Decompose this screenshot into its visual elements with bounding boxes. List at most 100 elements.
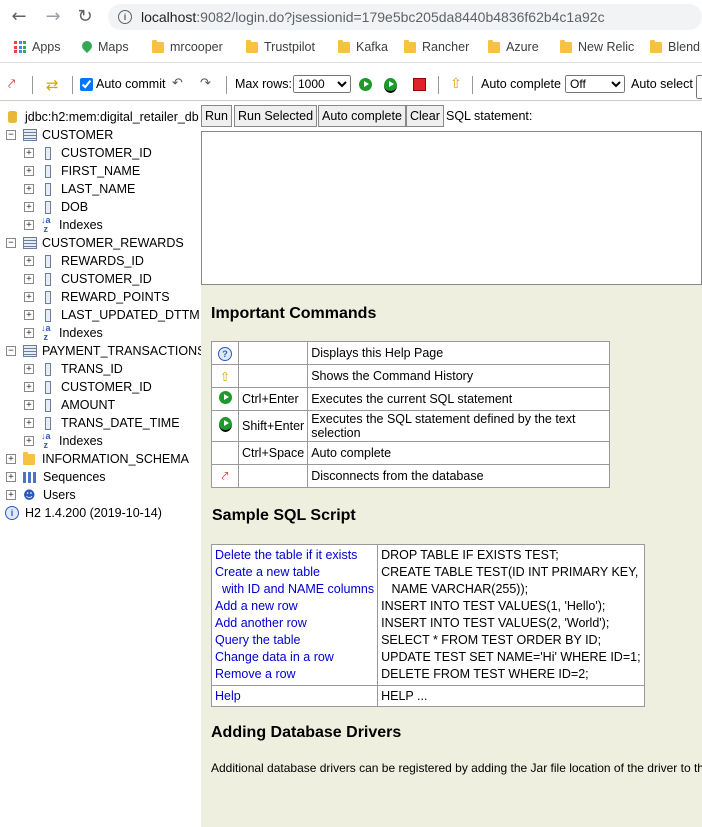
tree-column[interactable]: + CUSTOMER_ID — [24, 378, 152, 396]
tree-indexes[interactable]: + ↓a z Indexes — [24, 216, 103, 234]
expand-icon[interactable]: + — [24, 256, 34, 266]
tree-column[interactable]: + AMOUNT — [24, 396, 115, 414]
expand-icon[interactable]: + — [24, 148, 34, 158]
disconnect-icon[interactable]: ⤤ — [8, 77, 15, 92]
tree-sequences[interactable]: + Sequences — [6, 468, 106, 486]
tree-column[interactable]: + CUSTOMER_ID — [24, 270, 152, 288]
sample-link[interactable]: with ID and NAME columns — [215, 582, 374, 596]
collapse-icon[interactable]: − — [6, 238, 16, 248]
help-icon[interactable]: ? — [218, 346, 232, 361]
run-selected-button[interactable]: Run Selected — [234, 105, 318, 127]
tree-column[interactable]: + TRANS_ID — [24, 360, 123, 378]
bookmark-apps[interactable]: Apps — [14, 40, 61, 54]
run-selected-icon[interactable] — [218, 417, 232, 432]
bookmark-azure[interactable]: Azure — [488, 39, 539, 54]
expand-icon[interactable]: + — [6, 490, 16, 500]
run-button[interactable]: Run — [201, 105, 232, 127]
tree-table-customer[interactable]: − CUSTOMER — [6, 126, 113, 144]
tree-column[interactable]: + LAST_UPDATED_DTTM — [24, 306, 200, 324]
help-link[interactable]: Help — [215, 689, 241, 703]
expand-icon[interactable]: + — [6, 472, 16, 482]
history-icon[interactable]: ⇧ — [450, 75, 462, 92]
tree-table-payment-transactions[interactable]: − PAYMENT_TRANSACTIONS — [6, 342, 205, 360]
expand-icon[interactable]: + — [24, 166, 34, 176]
disconnect-icon[interactable]: ⤤ — [221, 468, 228, 483]
expand-icon[interactable]: + — [24, 220, 34, 230]
rollback-icon[interactable]: ↶ — [172, 75, 183, 91]
sample-link[interactable]: Add a new row — [215, 599, 298, 613]
sample-link[interactable]: Change data in a row — [215, 650, 334, 664]
table-cell[interactable] — [211, 410, 239, 442]
tree-column[interactable]: + REWARD_POINTS — [24, 288, 170, 306]
reload-icon[interactable]: ↻ — [74, 6, 96, 28]
auto-complete-control[interactable]: Off — [565, 75, 625, 93]
collapse-icon[interactable]: − — [6, 346, 16, 356]
table-cell[interactable] — [211, 387, 239, 411]
tree-column[interactable]: + FIRST_NAME — [24, 162, 140, 180]
bookmark-rancher[interactable]: Rancher — [404, 39, 469, 54]
sample-link[interactable]: Add another row — [215, 616, 307, 630]
sample-link[interactable]: Create a new table — [215, 565, 320, 579]
run-icon[interactable] — [359, 78, 372, 91]
table-cell — [211, 441, 239, 465]
commit-icon[interactable]: ↷ — [200, 75, 211, 91]
column-name: REWARD_POINTS — [61, 290, 170, 304]
expand-icon[interactable]: + — [24, 364, 34, 374]
tree-information-schema[interactable]: + INFORMATION_SCHEMA — [6, 450, 189, 468]
expand-icon[interactable]: + — [24, 382, 34, 392]
bookmark-blend[interactable]: Blend — [650, 39, 700, 54]
expand-icon[interactable]: + — [24, 310, 34, 320]
tree-indexes[interactable]: + ↓a z Indexes — [24, 324, 103, 342]
sql-editor[interactable] — [201, 131, 702, 285]
tree-users[interactable]: + ☻ Users — [6, 486, 76, 504]
bookmark-new-relic[interactable]: New Relic — [560, 39, 634, 54]
max-rows-control[interactable]: 1000 — [293, 75, 351, 93]
address-bar[interactable]: i localhost:9082/login.do?jsessionid=179… — [108, 4, 702, 30]
max-rows-select[interactable]: 1000 — [293, 75, 351, 93]
expand-icon[interactable]: + — [24, 292, 34, 302]
bookmark-maps[interactable]: Maps — [82, 40, 129, 54]
table-cell[interactable]: ⇧ — [211, 364, 239, 388]
collapse-icon[interactable]: − — [6, 130, 16, 140]
bookmark-kafka[interactable]: Kafka — [338, 39, 388, 54]
tree-column[interactable]: + DOB — [24, 198, 88, 216]
auto-commit-toggle[interactable]: Auto commit — [80, 77, 165, 91]
run-icon[interactable] — [218, 391, 232, 404]
expand-icon[interactable]: + — [24, 184, 34, 194]
tree-column[interactable]: + TRANS_DATE_TIME — [24, 414, 180, 432]
tree-indexes[interactable]: + ↓a z Indexes — [24, 432, 103, 450]
forward-arrow-icon[interactable]: → — [42, 6, 64, 28]
sample-link[interactable]: Delete the table if it exists — [215, 548, 357, 562]
tree-column[interactable]: + CUSTOMER_ID — [24, 144, 152, 162]
table-cell[interactable]: ? — [211, 341, 239, 365]
expand-icon[interactable]: + — [24, 328, 34, 338]
expand-icon[interactable]: + — [24, 274, 34, 284]
auto-select-control[interactable] — [696, 75, 702, 99]
expand-icon[interactable]: + — [6, 454, 16, 464]
run-selected-icon[interactable] — [384, 78, 397, 93]
clear-button[interactable]: Clear — [406, 105, 444, 127]
table-cell[interactable]: ⤤ — [211, 464, 239, 488]
history-icon[interactable]: ⇧ — [220, 370, 230, 384]
expand-icon[interactable]: + — [24, 400, 34, 410]
tree-column[interactable]: + LAST_NAME — [24, 180, 135, 198]
tree-column[interactable]: + REWARDS_ID — [24, 252, 144, 270]
tree-table-customer-rewards[interactable]: − CUSTOMER_REWARDS — [6, 234, 184, 252]
tree-db-root[interactable]: jdbc:h2:mem:digital_retailer_db — [8, 108, 199, 126]
auto-complete-button[interactable]: Auto complete — [318, 105, 406, 127]
expand-icon[interactable]: + — [24, 418, 34, 428]
sample-link[interactable]: Query the table — [215, 633, 300, 647]
auto-commit-checkbox[interactable] — [80, 77, 93, 91]
expand-icon[interactable]: + — [24, 436, 34, 446]
sample-link[interactable]: Remove a row — [215, 667, 296, 681]
expand-icon[interactable]: + — [24, 202, 34, 212]
auto-select-input[interactable] — [696, 75, 702, 99]
auto-complete-select[interactable]: Off — [565, 75, 625, 93]
refresh-icon[interactable]: ⇄ — [46, 76, 59, 94]
sample-sql: INSERT INTO TEST VALUES(2, 'World'); — [381, 616, 610, 630]
site-info-icon[interactable]: i — [118, 10, 132, 24]
bookmark-mrcooper[interactable]: mrcooper — [152, 39, 223, 54]
bookmark-trustpilot[interactable]: Trustpilot — [246, 39, 315, 54]
back-arrow-icon[interactable]: ← — [8, 6, 30, 28]
stop-icon[interactable] — [413, 78, 426, 91]
